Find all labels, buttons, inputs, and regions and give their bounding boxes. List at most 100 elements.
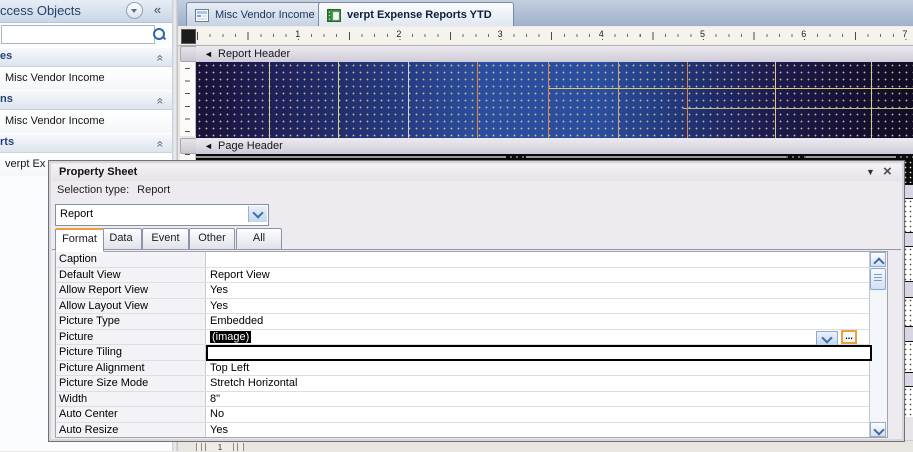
section-collapse-icon: ◄ xyxy=(204,49,213,59)
picture-edit-box[interactable] xyxy=(206,345,872,361)
property-grid: Caption Default View Report View Allow Repo… xyxy=(55,251,888,438)
ruler-number: 3 xyxy=(496,29,504,39)
chevron-up-icon xyxy=(873,257,885,269)
scroll-down-icon[interactable] xyxy=(870,422,886,437)
section-collapse-icon[interactable]: « xyxy=(154,141,168,148)
property-label[interactable]: Allow Layout View xyxy=(56,298,206,313)
property-value[interactable] xyxy=(207,252,871,267)
sidebar-item[interactable]: Misc Vendor Income xyxy=(0,110,172,133)
tab-divider xyxy=(52,249,901,250)
ruler-number: 7 xyxy=(901,29,909,39)
section-collapse-icon[interactable]: « xyxy=(154,55,168,62)
property-value[interactable]: Yes xyxy=(207,423,871,438)
dialog-menu-arrow-icon[interactable]: ▼ xyxy=(866,167,875,177)
property-label[interactable]: Default View xyxy=(56,267,206,282)
vertical-ruler[interactable] xyxy=(180,46,197,160)
close-icon[interactable]: × xyxy=(883,163,892,180)
design-vline xyxy=(618,62,619,138)
property-tab-other[interactable]: Other xyxy=(189,228,235,250)
selected-value: (image) xyxy=(210,330,252,343)
navigation-pane-header: ccess Objects « xyxy=(0,0,172,23)
property-tab-format[interactable]: Format xyxy=(55,228,104,252)
report-header-section-bar[interactable]: ◄ Report Header xyxy=(196,46,913,63)
canvas-element xyxy=(806,156,896,158)
form-icon xyxy=(195,8,209,22)
property-row: Picture (image)... xyxy=(56,329,871,346)
property-label[interactable]: Picture xyxy=(56,329,206,344)
page-header-section-bar[interactable]: ◄ Page Header xyxy=(196,138,913,155)
property-label[interactable]: Picture Alignment xyxy=(56,360,206,375)
report-selector-button[interactable] xyxy=(181,29,196,44)
property-tab-all[interactable]: All xyxy=(236,228,282,250)
property-label[interactable]: Picture Tiling xyxy=(56,345,206,360)
sidebar-section-header-es[interactable]: es « xyxy=(0,47,172,67)
combo-dropdown-icon[interactable] xyxy=(248,206,267,222)
collapse-pane-icon[interactable]: « xyxy=(149,2,166,19)
property-label[interactable]: Auto Center xyxy=(56,407,206,422)
property-value[interactable]: Top Left xyxy=(207,361,871,376)
property-value[interactable]: Yes xyxy=(207,283,871,298)
property-value[interactable]: 8" xyxy=(207,392,871,407)
sidebar-section-label: ns xyxy=(0,93,13,105)
property-label[interactable]: Picture Type xyxy=(56,314,206,329)
search-icon[interactable] xyxy=(153,28,165,40)
canvas-element xyxy=(526,156,786,158)
sidebar-section-header-rts[interactable]: rts « xyxy=(0,133,172,153)
property-value[interactable]: Report View xyxy=(207,268,871,283)
report-icon xyxy=(327,8,341,22)
tab-verpt-expense-reports-ytd[interactable]: verpt Expense Reports YTD xyxy=(318,2,514,27)
design-vline xyxy=(477,62,478,138)
navigation-menu-icon[interactable] xyxy=(126,2,143,19)
chevron-down-icon xyxy=(252,207,264,219)
object-selector-combobox[interactable]: Report xyxy=(55,204,269,226)
combobox-value: Report xyxy=(60,208,94,220)
navigation-search xyxy=(0,23,172,45)
report-header-canvas[interactable] xyxy=(196,62,913,138)
design-hline xyxy=(683,108,913,109)
design-vline xyxy=(408,62,409,138)
ruler-number: 6 xyxy=(800,29,808,39)
sidebar-sections: es « Misc Vendor Income ns « Misc Vendor Inco… xyxy=(0,47,172,176)
property-label[interactable]: Auto Resize xyxy=(56,422,206,437)
property-row: Picture Size Mode Stretch Horizontal xyxy=(56,376,871,392)
property-row: Allow Report View Yes xyxy=(56,283,871,299)
tab-label: verpt Expense Reports YTD xyxy=(347,9,492,21)
design-vline xyxy=(338,62,339,138)
design-vline xyxy=(775,62,776,138)
sidebar-item[interactable]: Misc Vendor Income xyxy=(0,67,172,90)
section-label: Report Header xyxy=(218,48,291,60)
property-label[interactable]: Picture Size Mode xyxy=(56,376,206,391)
property-value[interactable]: Yes xyxy=(207,299,871,314)
value-dropdown-icon[interactable] xyxy=(816,330,838,346)
property-row: Auto Center No xyxy=(56,407,871,423)
property-value[interactable]: Embedded xyxy=(207,314,871,329)
builder-icon[interactable]: ... xyxy=(841,329,857,344)
scroll-up-icon[interactable] xyxy=(870,252,886,269)
scroll-thumb[interactable] xyxy=(870,268,886,290)
canvas-element xyxy=(196,156,506,158)
property-value[interactable]: Stretch Horizontal xyxy=(207,376,871,391)
property-label[interactable]: Width xyxy=(56,391,206,406)
search-input[interactable] xyxy=(1,25,155,44)
property-label[interactable]: Caption xyxy=(56,252,206,267)
sidebar-section-header-ns[interactable]: ns « xyxy=(0,90,172,110)
property-value[interactable]: (image)... xyxy=(207,329,871,346)
design-vline xyxy=(871,62,872,138)
property-row: Picture Type Embedded xyxy=(56,314,871,330)
vertical-ruler-ticks xyxy=(180,62,196,136)
tab-misc-vendor-income[interactable]: Misc Vendor Income xyxy=(186,2,330,27)
ruler-number: 5 xyxy=(699,29,707,39)
property-tab-data[interactable]: Data xyxy=(100,228,142,250)
selection-type-row: Selection type: Report xyxy=(57,184,170,196)
horizontal-ruler[interactable]: 1 2 3 4 5 6 7 xyxy=(197,27,913,44)
property-tab-event[interactable]: Event xyxy=(142,228,189,250)
design-vline xyxy=(269,62,270,138)
sidebar-section-label: rts xyxy=(0,136,15,148)
property-value[interactable]: No xyxy=(207,407,871,422)
property-label[interactable]: Allow Report View xyxy=(56,283,206,298)
section-collapse-icon[interactable]: « xyxy=(154,98,168,105)
property-sheet-title-bar[interactable]: Property Sheet ▼ × xyxy=(52,163,901,181)
ruler-number: 2 xyxy=(395,29,403,39)
section-collapse-icon: ◄ xyxy=(204,141,213,151)
sidebar-section-label: es xyxy=(0,50,13,62)
